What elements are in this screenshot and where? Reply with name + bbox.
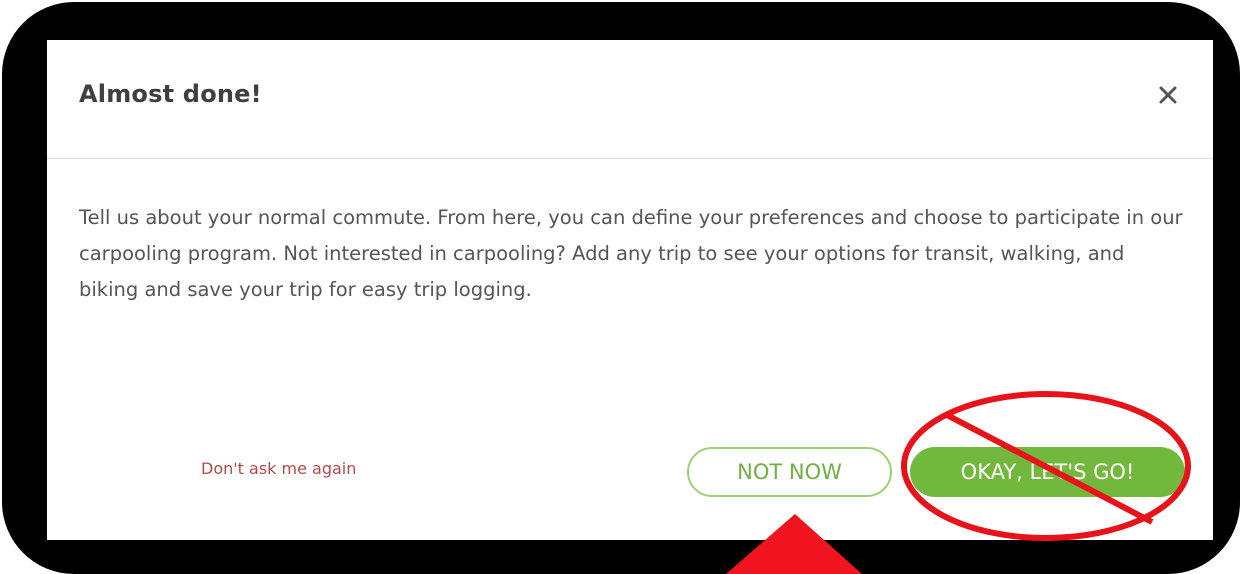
dialog-header: Almost done! <box>47 40 1213 159</box>
dialog: Almost done! Tell us about your normal c… <box>47 40 1213 540</box>
dont-ask-again-link[interactable]: Don't ask me again <box>201 459 356 478</box>
okay-lets-go-button[interactable]: OKAY, LET'S GO! <box>910 447 1185 497</box>
close-button[interactable] <box>1157 84 1179 106</box>
not-now-button[interactable]: NOT NOW <box>687 447 892 497</box>
dialog-body-text: Tell us about your normal commute. From … <box>79 206 1183 301</box>
dialog-title: Almost done! <box>79 80 262 108</box>
close-icon <box>1159 86 1177 104</box>
